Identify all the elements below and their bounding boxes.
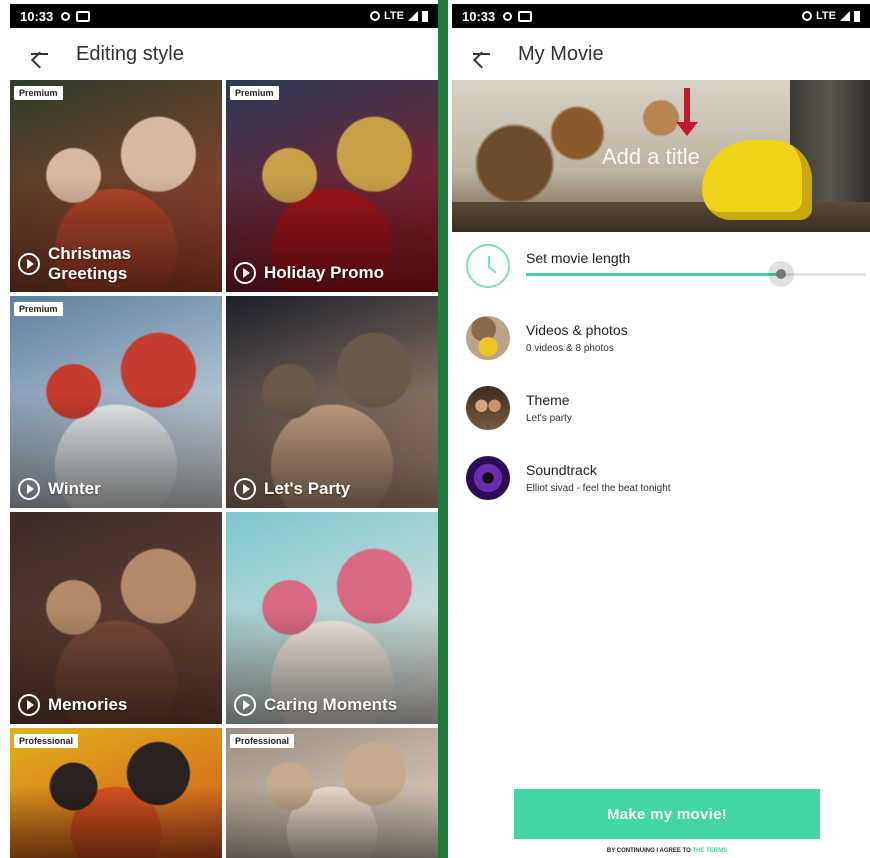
movie-length-slider[interactable] <box>526 261 866 287</box>
tile-label: Let's Party <box>264 479 351 498</box>
tile-label-row: Let's Party <box>234 478 350 500</box>
page-title: Editing style <box>76 42 184 65</box>
network-label: LTE <box>816 10 836 22</box>
tier-badge: Premium <box>14 302 63 316</box>
status-time: 10:33 <box>462 8 496 24</box>
play-icon[interactable] <box>234 478 256 500</box>
notification-icon <box>503 11 513 21</box>
tile-shade <box>10 296 222 508</box>
tier-badge: Professional <box>230 734 295 748</box>
play-icon[interactable] <box>18 694 40 716</box>
tile-label: Winter <box>48 479 101 498</box>
tile-shade <box>226 80 438 292</box>
play-icon[interactable] <box>18 478 40 500</box>
arrow-graphic <box>676 88 698 136</box>
list-item-title: Videos & photos <box>526 322 628 338</box>
tile-label: Christmas Greetings <box>48 244 132 283</box>
notification-icon <box>61 11 71 21</box>
left-status-bar: 10:33 LTE <box>10 4 438 28</box>
style-tile[interactable]: Professional <box>10 728 222 858</box>
style-tile[interactable]: Caring Moments <box>226 512 438 724</box>
notification-icon <box>518 10 533 22</box>
movie-length-label: Set movie length <box>526 250 631 266</box>
signal-icon <box>408 11 418 21</box>
terms-text: BY CONTINUING I AGREE TO THE TERMS <box>514 848 820 854</box>
status-right: LTE <box>370 10 428 22</box>
play-icon[interactable] <box>18 253 40 275</box>
list-item-soundtrack[interactable]: Soundtrack Elliot sivad - feel the beat … <box>452 456 870 500</box>
left-app-bar: Editing style <box>10 28 438 80</box>
tile-label-row: Christmas Greetings <box>18 244 131 284</box>
tile-shade <box>226 296 438 508</box>
status-right: LTE <box>802 10 860 22</box>
terms-link[interactable]: THE TERMS <box>692 848 727 854</box>
list-item-theme[interactable]: Theme Let's party <box>452 386 870 430</box>
theme-thumbnail <box>466 386 510 430</box>
list-item-subtitle: 0 videos & 8 photos <box>526 343 614 354</box>
style-tile[interactable]: Let's Party <box>226 296 438 508</box>
tile-label-row: Caring Moments <box>234 694 397 716</box>
tier-badge: Premium <box>14 86 63 100</box>
alarm-icon <box>802 11 813 21</box>
status-time: 10:33 <box>20 8 54 24</box>
clock-icon <box>466 244 510 288</box>
alarm-icon <box>370 11 381 21</box>
signal-icon <box>840 11 850 21</box>
tile-shade <box>10 512 222 724</box>
style-tile[interactable]: Premium Holiday Promo <box>226 80 438 292</box>
right-app-bar: My Movie <box>452 28 870 80</box>
list-item-subtitle: Elliot sivad - feel the beat tonight <box>526 483 671 494</box>
back-arrow-icon[interactable] <box>470 43 492 65</box>
tile-label-row: Holiday Promo <box>234 262 384 284</box>
style-tile[interactable]: Memories <box>10 512 222 724</box>
tier-badge: Professional <box>14 734 79 748</box>
slider-knob[interactable] <box>768 261 794 287</box>
battery-icon <box>422 10 428 22</box>
play-icon[interactable] <box>234 694 256 716</box>
tile-label-row: Winter <box>18 478 101 500</box>
play-icon[interactable] <box>234 262 256 284</box>
back-arrow-icon[interactable] <box>28 43 50 65</box>
style-tile[interactable]: Professional <box>226 728 438 858</box>
battery-icon <box>854 10 860 22</box>
list-item-subtitle: Let's party <box>526 413 572 424</box>
tile-label: Caring Moments <box>264 695 398 714</box>
list-item-title: Soundtrack <box>526 462 597 478</box>
page-title: My Movie <box>518 42 604 65</box>
slider-fill <box>526 273 781 276</box>
right-status-bar: 10:33 LTE <box>452 4 870 28</box>
tile-label: Holiday Promo <box>264 263 384 282</box>
screen-divider <box>438 0 448 858</box>
tile-label-row: Memories <box>18 694 127 716</box>
list-item-title: Theme <box>526 392 570 408</box>
soundtrack-thumbnail <box>466 456 510 500</box>
tile-label: Memories <box>48 695 128 714</box>
add-title-placeholder[interactable]: Add a title <box>602 144 700 170</box>
scooter-graphic <box>702 140 812 220</box>
terms-prefix: BY CONTINUING I AGREE TO <box>606 848 691 854</box>
movie-length-row: Set movie length <box>452 244 870 288</box>
network-label: LTE <box>384 10 404 22</box>
videos-photos-thumbnail <box>466 316 510 360</box>
style-grid: Premium Christmas Greetings Premium Holiday… <box>10 80 438 858</box>
movie-cover[interactable]: Add a title <box>452 80 870 232</box>
style-tile[interactable]: Premium Winter <box>10 296 222 508</box>
list-item-videos-photos[interactable]: Videos & photos 0 videos & 8 photos <box>452 316 870 360</box>
tile-shade <box>226 512 438 724</box>
style-tile[interactable]: Premium Christmas Greetings <box>10 80 222 292</box>
screenshot-canvas: 10:33 LTE Editing style Premium Christmas… <box>0 0 870 858</box>
make-my-movie-button[interactable]: Make my movie! <box>514 789 820 839</box>
notification-icon <box>76 10 91 22</box>
tier-badge: Premium <box>230 86 279 100</box>
